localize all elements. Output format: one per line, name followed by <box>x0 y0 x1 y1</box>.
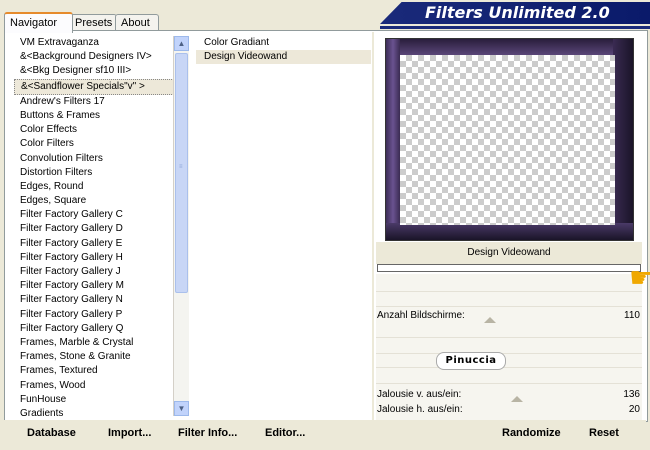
scroll-up-icon[interactable]: ▲ <box>174 36 189 51</box>
category-item[interactable]: Frames, Textured <box>14 364 174 378</box>
category-item[interactable]: Filter Factory Gallery M <box>14 279 174 293</box>
category-item[interactable]: Filter Factory Gallery J <box>14 265 174 279</box>
preview-frame-top <box>386 39 633 55</box>
category-scrollbar[interactable]: ▲ ≡ ▼ <box>173 36 189 416</box>
category-item[interactable]: Filter Factory Gallery Q <box>14 322 174 336</box>
category-item[interactable]: Color Effects <box>14 123 174 137</box>
category-item[interactable]: Filter Factory Gallery C <box>14 208 174 222</box>
preview-filter-name: Design Videowand <box>376 242 642 264</box>
scroll-thumb[interactable]: ≡ <box>175 53 188 293</box>
category-item[interactable]: Gradients <box>14 407 174 418</box>
category-item[interactable]: &<Bkg Designer sf10 III> <box>14 64 174 78</box>
pinuccia-logo: Pinuccia <box>436 352 506 370</box>
randomize-button[interactable]: Randomize <box>502 425 561 441</box>
category-item[interactable]: Andrew's Filters 17 <box>14 95 174 109</box>
tab-about[interactable]: About <box>115 14 159 31</box>
param-row-empty <box>376 340 642 354</box>
transparent-checkerboard <box>400 55 615 225</box>
category-item[interactable]: &<Background Designers IV> <box>14 50 174 64</box>
preview-frame-left <box>386 39 400 240</box>
filter-info-button[interactable]: Filter Info... <box>178 425 237 441</box>
reset-button[interactable]: Reset <box>589 425 619 441</box>
tab-presets[interactable]: Presets <box>69 14 117 31</box>
category-item[interactable]: Distortion Filters <box>14 166 174 180</box>
param-row-empty <box>376 278 642 292</box>
category-item[interactable]: Filter Factory Gallery P <box>14 308 174 322</box>
param-label-anzahl: Anzahl Bildschirme: <box>377 310 465 321</box>
app-title: Filters Unlimited 2.0 <box>425 3 610 22</box>
filter-list[interactable]: Color Gradiant Design Videowand <box>196 36 371 64</box>
category-item[interactable]: Edges, Square <box>14 194 174 208</box>
param-value-jalousie-h: 20 <box>628 404 640 415</box>
category-item[interactable]: Edges, Round <box>14 180 174 194</box>
grip-icon: ≡ <box>179 164 183 170</box>
category-item[interactable]: Frames, Wood <box>14 379 174 393</box>
panel-divider <box>372 32 374 420</box>
database-button[interactable]: Database <box>27 425 76 441</box>
param-row-empty <box>376 370 642 384</box>
category-list[interactable]: VM Extravaganza &<Background Designers IV… <box>14 36 174 418</box>
scroll-down-icon[interactable]: ▼ <box>174 401 189 416</box>
category-item[interactable]: FunHouse <box>14 393 174 407</box>
editor-button[interactable]: Editor... <box>265 425 305 441</box>
tab-navigator[interactable]: Navigator <box>4 12 73 33</box>
param-value-jalousie-v: 136 <box>623 389 640 400</box>
preview-image <box>385 38 634 241</box>
slider-jalousie-v[interactable] <box>511 396 523 402</box>
filter-item[interactable]: Design Videowand <box>196 50 371 64</box>
category-item[interactable]: Filter Factory Gallery H <box>14 251 174 265</box>
category-item[interactable]: Frames, Stone & Granite <box>14 350 174 364</box>
slider-anzahl[interactable] <box>484 317 496 323</box>
category-item[interactable]: Buttons & Frames <box>14 109 174 123</box>
param-row-empty <box>376 354 642 368</box>
param-value-anzahl: 110 <box>624 310 640 321</box>
category-item[interactable]: &<Sandflower Specials"v" > <box>14 78 174 95</box>
category-item[interactable]: Frames, Marble & Crystal <box>14 336 174 350</box>
filter-item[interactable]: Color Gradiant <box>196 36 371 50</box>
preview-frame-bottom <box>386 223 633 240</box>
progress-bar <box>377 264 641 272</box>
category-item[interactable]: Filter Factory Gallery N <box>14 293 174 307</box>
category-item[interactable]: Filter Factory Gallery E <box>14 237 174 251</box>
preview-frame-right <box>613 39 633 240</box>
import-button[interactable]: Import... <box>108 425 151 441</box>
category-item[interactable]: Convolution Filters <box>14 152 174 166</box>
param-row-empty <box>376 324 642 338</box>
category-item[interactable]: Color Filters <box>14 137 174 151</box>
category-item[interactable]: VM Extravaganza <box>14 36 174 50</box>
param-label-jalousie-v: Jalousie v. aus/ein: <box>377 389 462 400</box>
param-row-empty <box>376 293 642 307</box>
pointing-hand-icon: ☛ <box>629 262 650 293</box>
category-item[interactable]: Filter Factory Gallery D <box>14 222 174 236</box>
title-banner-underline <box>380 26 650 29</box>
param-label-jalousie-h: Jalousie h. aus/ein: <box>377 404 463 415</box>
